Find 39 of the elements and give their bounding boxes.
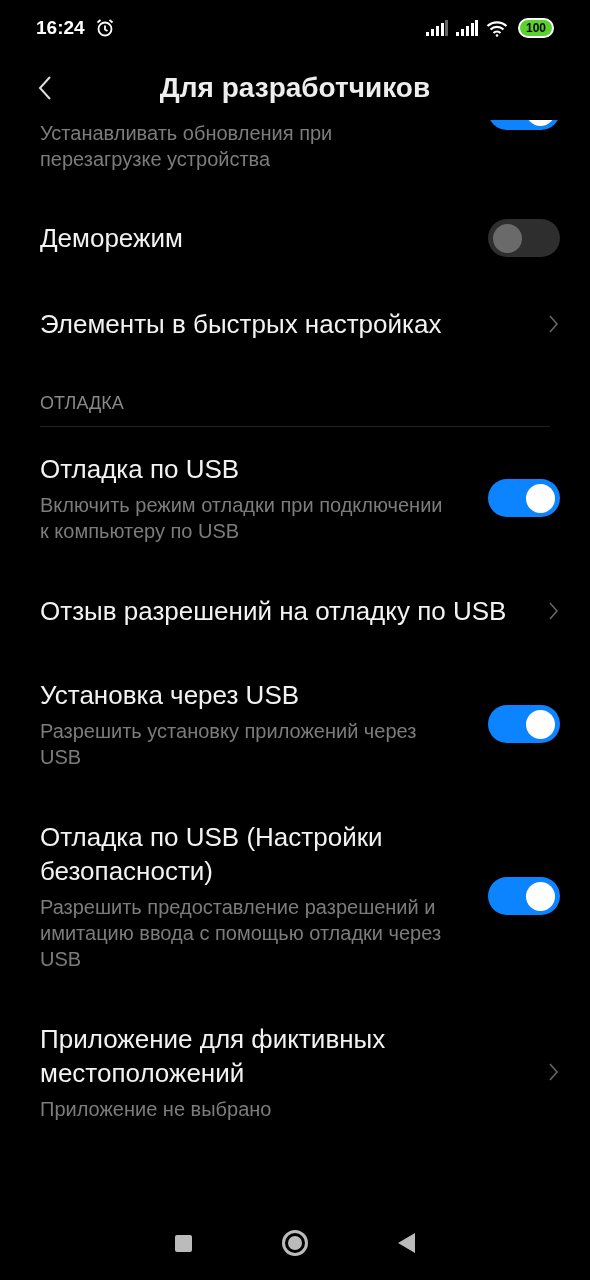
setting-summary: Приложение не выбрано xyxy=(40,1097,273,1122)
chevron-icon xyxy=(549,315,558,333)
settings-row[interactable]: Устанавливать обновления при перезагрузке устройства xyxy=(0,120,590,194)
chevron-icon xyxy=(549,1063,558,1081)
setting-title: Элементы в быстрых настройках xyxy=(40,308,442,341)
toggle-switch[interactable] xyxy=(488,877,560,915)
setting-summary: Устанавливать обновления при перезагрузке устройства xyxy=(40,121,334,172)
recents-button[interactable] xyxy=(174,1234,192,1252)
toggle-switch[interactable] xyxy=(488,479,560,517)
signal-icon xyxy=(455,20,478,36)
setting-title: Отладка по USB (Настройки безопасности) xyxy=(40,821,384,888)
setting-summary: Разрешить предоставление разрешений и имитацию ввода с помощью отладки через USB xyxy=(40,895,443,972)
setting-summary: Разрешить установку приложений через USB xyxy=(40,719,418,770)
setting-title: Отладка по USB xyxy=(40,453,241,486)
setting-summary: Включить режим отладки при подключении к компьютеру по USB xyxy=(40,493,444,544)
toggle-switch[interactable] xyxy=(488,705,560,743)
settings-row[interactable]: Приложение для фиктивных местоположений Приложение не выбрано xyxy=(0,997,590,1147)
setting-title: Приложение для фиктивных местоположений xyxy=(40,1023,387,1090)
settings-row[interactable]: Отзыв разрешений на отладку по USB xyxy=(0,569,590,653)
alarm-icon xyxy=(94,18,115,38)
back-icon[interactable] xyxy=(38,76,52,100)
clock-time: 16:24 xyxy=(36,15,85,40)
setting-title: Установка через USB xyxy=(40,679,301,712)
home-button[interactable] xyxy=(281,1230,308,1256)
signal-icon xyxy=(425,20,448,36)
toggle-switch[interactable] xyxy=(488,219,560,257)
chevron-icon xyxy=(549,602,558,620)
section-header: ОТЛАДКА xyxy=(40,392,125,414)
page-title: Для разработчиков xyxy=(159,71,431,105)
setting-title: Отзыв разрешений на отладку по USB xyxy=(40,595,507,628)
back-button[interactable] xyxy=(397,1233,416,1253)
settings-row[interactable]: Установка через USB Разрешить установку приложений через USB xyxy=(0,653,590,795)
settings-row[interactable]: Элементы в быстрых настройках xyxy=(0,282,590,366)
setting-title: Деморежим xyxy=(40,222,183,255)
settings-row[interactable]: Деморежим xyxy=(0,194,590,282)
battery-level: 100 xyxy=(517,18,554,38)
settings-row[interactable]: Отладка по USB (Настройки безопасности) Разрешить предоставление разрешений и имитацию ввода с помощью отладки через USB xyxy=(0,795,590,997)
wifi-icon xyxy=(485,19,508,37)
settings-row[interactable]: Отладка по USB Включить режим отладки при подключении к компьютеру по USB xyxy=(0,427,590,569)
